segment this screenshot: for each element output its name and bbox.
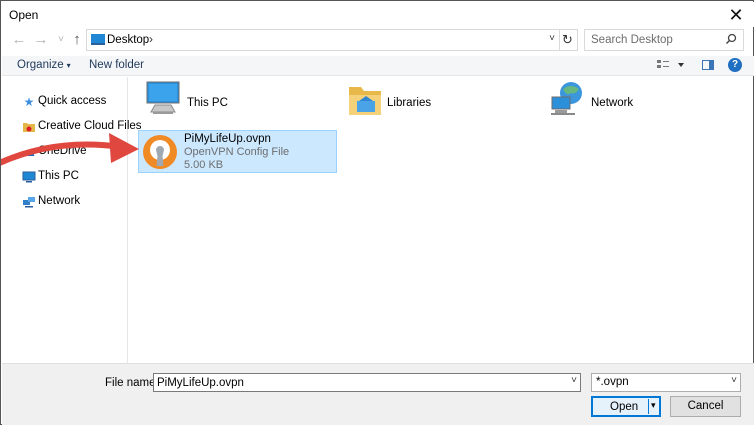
file-type-filter[interactable]: *.ovpn ˅ — [591, 373, 741, 392]
file-name-combobox[interactable]: ˅ — [153, 373, 581, 392]
help-button[interactable]: ? — [728, 58, 742, 72]
file-type-filter-value: *.ovpn — [596, 376, 629, 388]
network-icon — [549, 79, 589, 122]
open-button[interactable]: Open ▾ — [591, 396, 661, 417]
change-view-button[interactable] — [656, 58, 690, 75]
open-button-label: Open — [610, 401, 639, 413]
folder-label: Libraries — [387, 97, 432, 109]
folder-item-network[interactable]: Network — [549, 79, 669, 121]
command-bar: Organize ▾ New folder ? — [2, 56, 754, 76]
navigation-pane: ★ Quick access Creative Cloud Files ☁ On… — [2, 77, 142, 363]
sidebar-item-network[interactable]: Network — [22, 193, 132, 211]
sidebar-item-quick-access[interactable]: ★ Quick access — [22, 93, 132, 111]
folder-item-libraries[interactable]: Libraries — [347, 79, 467, 121]
file-name-field[interactable] — [157, 376, 557, 390]
folder-label: This PC — [187, 97, 228, 109]
refresh-button[interactable]: ↻ — [558, 29, 578, 51]
up-button[interactable]: ↑ — [68, 31, 86, 49]
computer-icon — [145, 79, 185, 120]
search-box[interactable] — [584, 29, 744, 51]
file-type-label: OpenVPN Config File — [184, 146, 290, 158]
star-icon: ★ — [23, 95, 35, 109]
search-icon[interactable] — [725, 33, 737, 48]
chevron-down-icon: ▾ — [66, 61, 71, 70]
open-dialog: Open ✕ ← → ˅ ↑ Desktop › ˅ ↻ Organize▾ N… — [0, 0, 754, 425]
new-folder-button[interactable]: New folder — [89, 59, 144, 71]
split-divider — [648, 399, 649, 414]
cancel-button[interactable]: Cancel — [670, 396, 741, 417]
file-item-selected[interactable]: PiMyLifeUp.ovpn OpenVPN Config File 5.00… — [138, 130, 337, 173]
preview-pane-button[interactable] — [702, 60, 714, 70]
annotation-arrow-icon — [1, 133, 139, 166]
organize-label: Organize — [17, 59, 64, 71]
chevron-down-icon[interactable]: ˅ — [731, 375, 737, 386]
forward-button[interactable]: → — [32, 31, 50, 49]
title-bar: Open ✕ — [2, 2, 754, 27]
file-name-label: PiMyLifeUp.ovpn — [184, 133, 271, 145]
chevron-down-icon[interactable]: ˅ — [571, 375, 577, 386]
window-title: Open — [9, 8, 39, 22]
back-button[interactable]: ← — [10, 31, 28, 49]
organize-button[interactable]: Organize ▾ — [17, 59, 71, 71]
address-bar[interactable]: Desktop › ˅ — [86, 29, 560, 51]
folder-label: Network — [591, 97, 634, 109]
file-list: This PC Libraries Network PiMyLifeUp.ovp… — [129, 77, 753, 363]
sidebar-item-label: Quick access — [38, 95, 107, 107]
close-button[interactable]: ✕ — [726, 5, 746, 25]
navigation-bar: ← → ˅ ↑ Desktop › ˅ ↻ — [2, 27, 754, 55]
search-input[interactable] — [591, 33, 721, 47]
file-name-field-label: File name: — [105, 377, 159, 389]
folder-item-this-pc[interactable]: This PC — [145, 79, 265, 121]
breadcrumb-chevron-icon[interactable]: › — [149, 32, 153, 46]
open-options-dropdown-icon[interactable]: ▾ — [651, 400, 656, 411]
desktop-icon — [91, 34, 105, 45]
dialog-footer: File name: ˅ *.ovpn ˅ Open ▾ Cancel — [2, 363, 754, 425]
file-size-label: 5.00 KB — [184, 159, 224, 171]
libraries-icon — [347, 83, 385, 122]
address-dropdown-icon[interactable]: ˅ — [549, 33, 555, 44]
breadcrumb-desktop[interactable]: Desktop — [107, 34, 149, 46]
sidebar-item-label: Network — [38, 195, 81, 207]
network-icon — [22, 195, 36, 209]
